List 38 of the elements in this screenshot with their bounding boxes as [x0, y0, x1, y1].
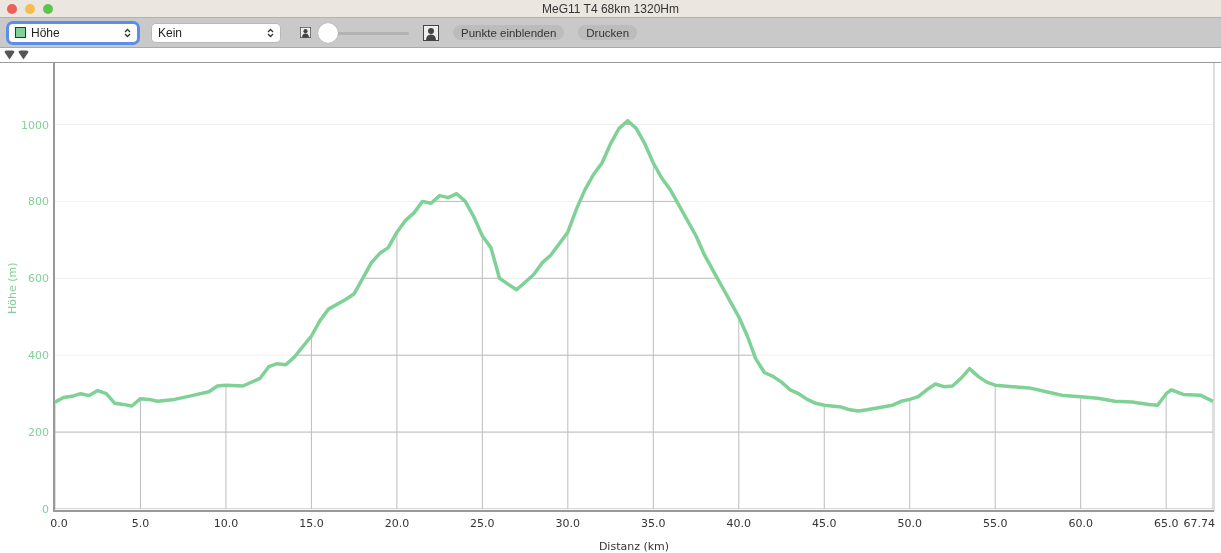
axis-tick-label: 25.0	[470, 517, 495, 530]
minimize-button[interactable]	[25, 3, 35, 14]
slider-thumb[interactable]	[318, 22, 339, 43]
person-icon	[423, 24, 439, 41]
axis-tick-label: 50.0	[897, 517, 922, 530]
zoom-button[interactable]	[43, 3, 53, 14]
axis-title: Distanz (km)	[598, 540, 670, 553]
marker-icon[interactable]	[4, 50, 15, 60]
axis-tick-label: 0	[42, 503, 49, 516]
axis-tick-label: 15.0	[299, 517, 324, 530]
axis-tick-label: 1000	[21, 118, 49, 132]
axis-tick-label: 5.0	[131, 517, 150, 530]
print-button[interactable]: Drucken	[578, 25, 638, 40]
axis-tick-label: 60.0	[1068, 517, 1093, 530]
axis-tick-label: 35.0	[641, 517, 666, 530]
axis-tick-label: 55.0	[982, 517, 1008, 530]
axis-title: Höhe (m)	[6, 262, 19, 315]
person-icon	[300, 27, 311, 38]
chevron-icon	[267, 27, 274, 38]
axis-tick-label: 200	[28, 426, 49, 440]
axis-tick-label: 20.0	[384, 517, 410, 530]
axis-tick-label: 400	[28, 349, 49, 363]
axis-tick-label: 30.0	[555, 517, 581, 530]
axis-tick-label: 65.0	[1153, 517, 1179, 530]
marker-icon[interactable]	[18, 50, 29, 60]
close-button[interactable]	[7, 3, 17, 14]
axis-tick-label: 45.0	[812, 517, 837, 530]
show-points-button[interactable]: Punkte einblenden	[453, 25, 565, 40]
window-title: MeG11 T4 68km 1320Hm	[542, 1, 679, 16]
axis-tick-label: 600	[28, 272, 49, 286]
chevron-icon	[124, 27, 131, 38]
axis-tick-label: 40.0	[726, 517, 752, 530]
axis-tick-label: 800	[28, 195, 49, 209]
axis-tick-label: 67.74	[1183, 517, 1215, 530]
axis-tick-label: 10.0	[213, 517, 239, 530]
axis-tick-label: 0.0	[50, 517, 68, 530]
secondary-select[interactable]: Kein	[152, 23, 280, 42]
quantity-select[interactable]: Höhe	[9, 23, 137, 42]
